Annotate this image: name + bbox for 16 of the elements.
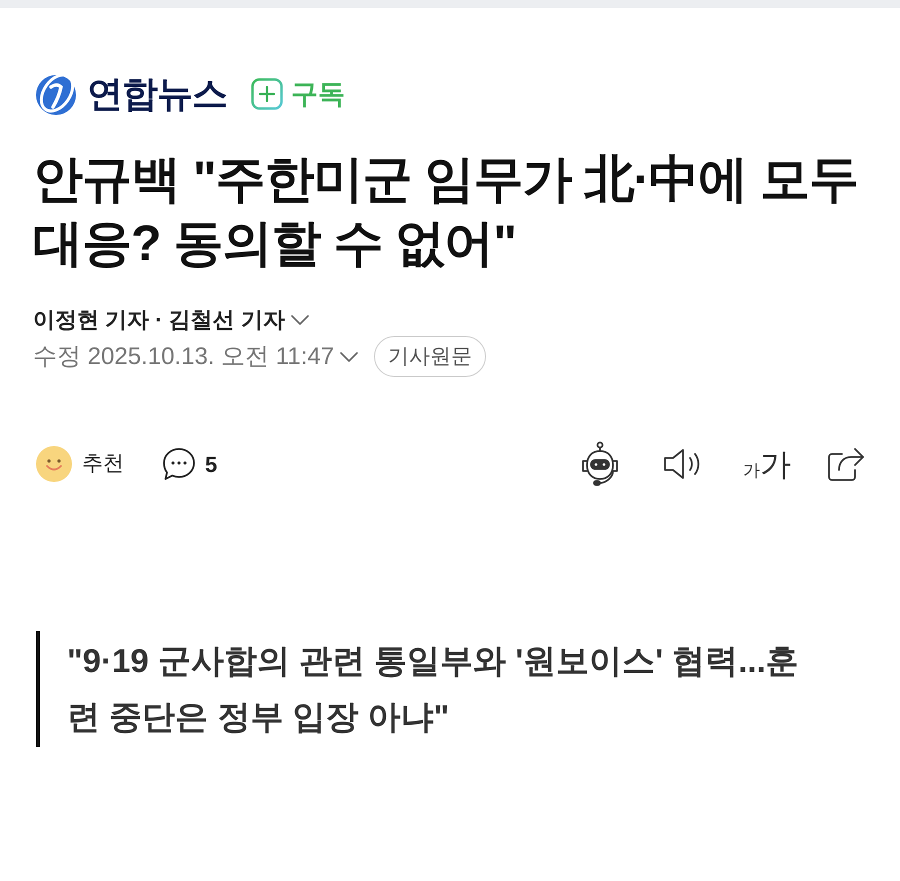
subheading-quote: "9·19 군사합의 관련 통일부와 '원보이스' 협력...훈련 중단은 정부 입장 아냐" bbox=[67, 641, 800, 737]
original-article-button[interactable]: 기사원문 bbox=[374, 336, 486, 377]
publisher-name: 연합뉴스 bbox=[87, 76, 227, 112]
chevron-down-icon[interactable] bbox=[340, 352, 358, 362]
plus-icon bbox=[251, 78, 283, 110]
share-button[interactable] bbox=[827, 446, 865, 482]
smiley-icon bbox=[36, 446, 72, 482]
author-names: 이정현 기자 · 김철선 기자 bbox=[33, 306, 285, 334]
headline: 안규백 "주한미군 임무가 北·中에 모두 대응? 동의할 수 없어" bbox=[33, 150, 859, 273]
share-icon bbox=[827, 446, 865, 482]
timestamp: 수정 2025.10.13. 오전 11:47 bbox=[33, 342, 334, 370]
text-size-button[interactable]: 가가 bbox=[743, 448, 791, 480]
chevron-down-icon[interactable] bbox=[290, 315, 309, 325]
speech-bubble-icon bbox=[162, 447, 196, 481]
comments-button[interactable]: 5 bbox=[162, 447, 218, 481]
recommend-button[interactable]: 추천 bbox=[36, 446, 124, 482]
